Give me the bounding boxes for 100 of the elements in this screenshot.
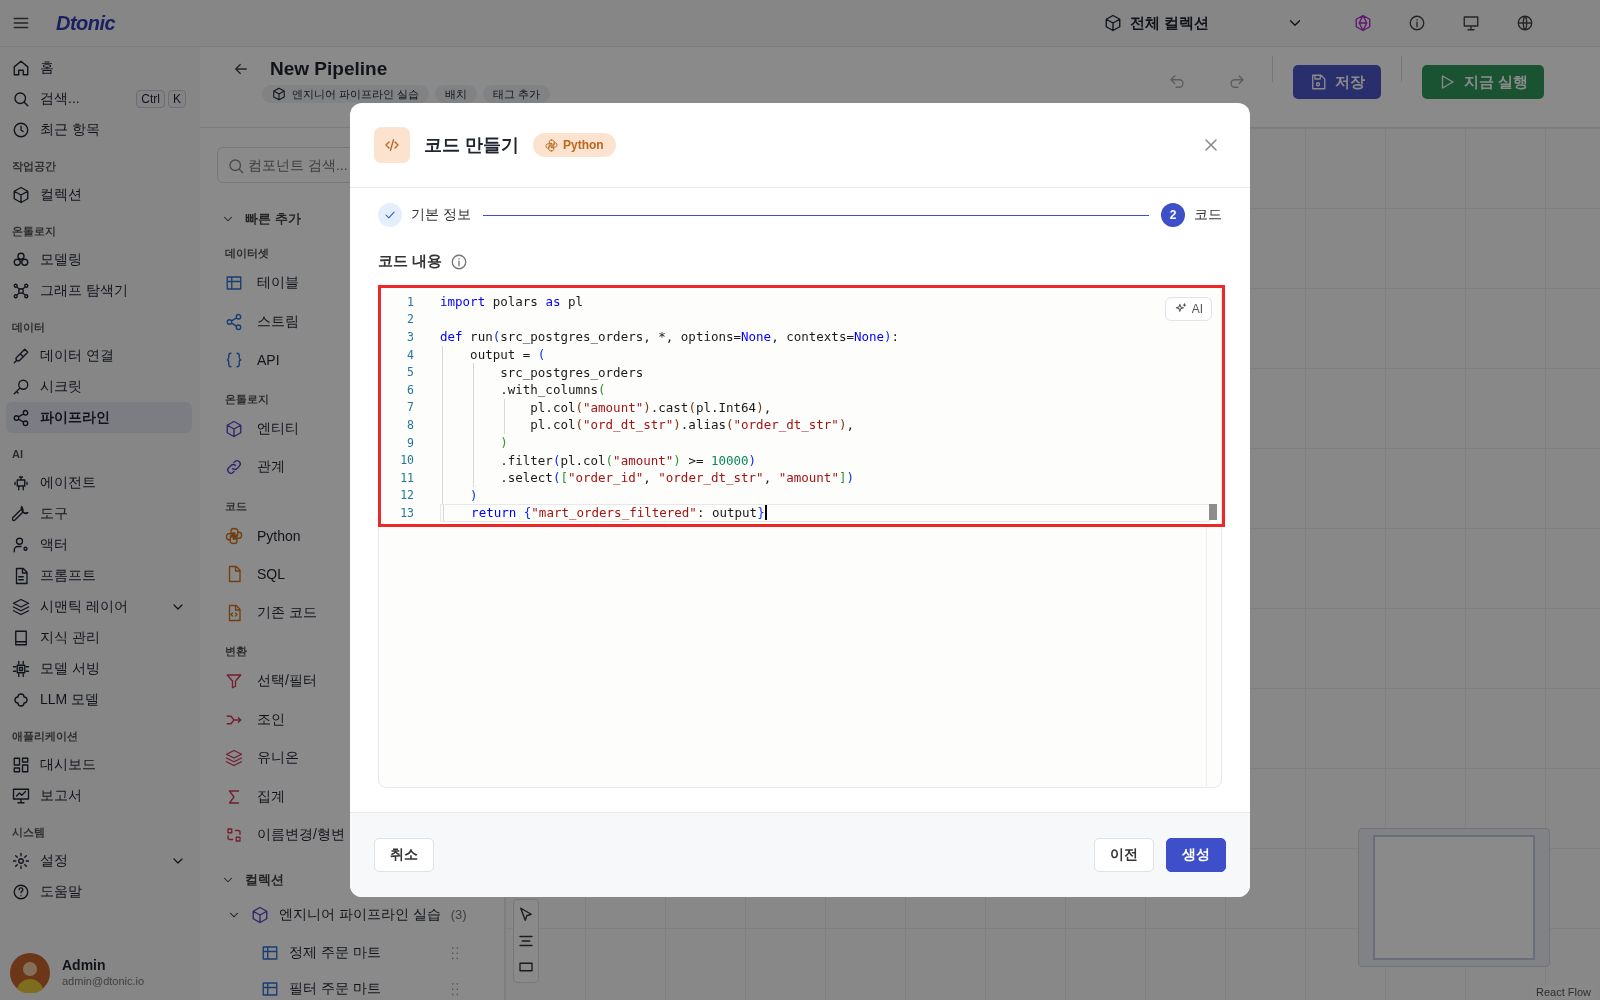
- component-item[interactable]: 스트림: [221, 302, 299, 341]
- component-item[interactable]: 관계: [221, 448, 285, 487]
- section-toggle[interactable]: 빠른 추가: [221, 204, 301, 234]
- line-number: 8: [406, 417, 414, 432]
- step-label: 기본 정보: [411, 206, 471, 224]
- nav-item[interactable]: 에이전트: [6, 467, 192, 498]
- component-item[interactable]: 기존 코드: [221, 593, 317, 632]
- tag-chip[interactable]: 태그 추가: [483, 85, 551, 103]
- section-title: 시스템: [11, 825, 46, 840]
- nav-item[interactable]: 대시보드: [6, 749, 192, 780]
- user-name: Admin: [62, 957, 107, 973]
- component-item[interactable]: API: [221, 341, 280, 380]
- component-item[interactable]: 집계: [221, 777, 285, 816]
- line-number: 5: [406, 365, 414, 380]
- language-badge: Python: [533, 133, 616, 157]
- nav-item[interactable]: 검색... Ctrl K: [6, 83, 192, 114]
- nav-item[interactable]: 모델링: [6, 244, 192, 275]
- line-number: 6: [406, 382, 414, 397]
- code-editor[interactable]: [378, 285, 1222, 788]
- run-button[interactable]: 지금 실행: [1421, 65, 1544, 99]
- save-button[interactable]: 저장: [1292, 65, 1381, 99]
- nav-item[interactable]: 컬렉션: [6, 179, 192, 210]
- code-line: .select(["order_id", "order_dt_str", "amount"]): [499, 470, 854, 486]
- monitor-icon: [1462, 14, 1480, 32]
- code-line: def run(src_postgres_orders, *, options=None, contexts=None):: [440, 329, 900, 345]
- code-line: return {"mart_orders_filtered": output}: [470, 505, 765, 521]
- dashboard-icon: [12, 755, 30, 774]
- table-icon: [261, 943, 279, 962]
- section-title: AI: [11, 447, 24, 462]
- share-icon: [225, 312, 243, 331]
- nav-item[interactable]: 도움말: [6, 876, 192, 907]
- nav-item[interactable]: 그래프 탐색기: [6, 275, 192, 306]
- nav-item[interactable]: 데이터 연결: [6, 340, 192, 371]
- item-count: (3): [450, 907, 467, 922]
- component-item[interactable]: 이름변경/형변: [221, 816, 345, 855]
- settings-icon: [12, 851, 30, 870]
- nav-item[interactable]: 설정: [6, 845, 192, 876]
- line-number: 4: [406, 347, 414, 362]
- cube-icon: [251, 905, 269, 924]
- nav-item[interactable]: 도구: [6, 498, 192, 529]
- nav-item[interactable]: 프롬프트: [6, 560, 192, 591]
- nav-item[interactable]: 액터: [6, 529, 192, 560]
- dataset-item[interactable]: 필터 주문 마트: [289, 979, 381, 998]
- group-title: 변환: [224, 644, 248, 659]
- ai-button[interactable]: AI: [1164, 297, 1212, 321]
- nav-item[interactable]: 홈: [6, 52, 192, 83]
- group-title: 데이터셋: [224, 246, 270, 261]
- scrollbar-thumb[interactable]: [1209, 503, 1217, 520]
- component-item[interactable]: 조인: [221, 700, 285, 739]
- nav-item[interactable]: 보고서: [6, 780, 192, 811]
- wrench-icon: [12, 504, 30, 523]
- code-line: output = (: [469, 347, 546, 363]
- redo-icon: [1227, 73, 1246, 91]
- info-icon: [1408, 14, 1426, 32]
- layers-icon: [225, 749, 243, 768]
- component-item[interactable]: 유니온: [221, 739, 299, 778]
- nav-item[interactable]: 시크릿: [6, 371, 192, 402]
- component-item[interactable]: 선택/필터: [221, 662, 317, 701]
- line-number: 7: [406, 400, 414, 415]
- cube-icon: [225, 419, 243, 438]
- help-icon: [12, 882, 30, 901]
- collection-select[interactable]: 전체 컬렉션: [1104, 13, 1304, 33]
- braces-icon: [225, 351, 243, 370]
- code-line: .filter(pl.col("amount") >= 10000): [499, 452, 757, 468]
- collection-name[interactable]: 엔지니어 파이프라인 실습: [279, 905, 441, 924]
- nav-item[interactable]: 파이프라인: [6, 402, 192, 433]
- line-number: 1: [406, 294, 414, 309]
- nav-item[interactable]: 시맨틱 레이어: [6, 591, 192, 622]
- component-item[interactable]: 테이블: [221, 264, 299, 303]
- nav-item[interactable]: 지식 관리: [6, 622, 192, 653]
- line-number: 3: [406, 330, 414, 344]
- python-icon: [545, 138, 558, 152]
- plug-icon: [12, 346, 30, 365]
- clover-icon: [12, 690, 30, 709]
- shortcut-key: Ctrl: [136, 89, 165, 108]
- nav-item[interactable]: 모델 서빙: [6, 653, 192, 684]
- code-icon: [383, 136, 401, 154]
- dataset-item[interactable]: 정제 주문 마트: [289, 943, 381, 962]
- component-item[interactable]: SQL: [221, 555, 285, 594]
- book-icon: [12, 628, 30, 647]
- table-icon: [261, 979, 279, 998]
- nav-item[interactable]: 최근 항목: [6, 114, 192, 145]
- table-icon: [225, 274, 243, 293]
- funnel-icon: [225, 672, 243, 691]
- search-icon: [12, 89, 30, 108]
- cancel-button[interactable]: 취소: [374, 838, 434, 872]
- user-email: admin@dtonic.io: [62, 974, 145, 989]
- line-number: 12: [399, 488, 414, 503]
- component-item[interactable]: Python: [221, 516, 301, 555]
- code-line: src_postgres_orders: [499, 364, 644, 380]
- nav-item[interactable]: LLM 모델: [6, 684, 192, 715]
- tag-chip[interactable]: 배치: [435, 85, 478, 103]
- field-label: 코드 내용: [378, 252, 443, 271]
- tag-chip[interactable]: 엔지니어 파이프라인 실습: [262, 85, 430, 103]
- previous-button[interactable]: 이전: [1094, 838, 1154, 872]
- line-number: 13: [399, 505, 414, 520]
- section-toggle[interactable]: 컬렉션: [221, 864, 284, 895]
- gem-icon: [1354, 14, 1372, 32]
- create-button[interactable]: 생성: [1166, 838, 1226, 872]
- component-item[interactable]: 엔티티: [221, 409, 299, 448]
